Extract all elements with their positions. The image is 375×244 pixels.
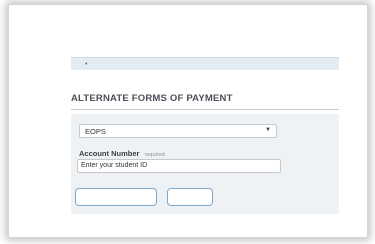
divider [71, 109, 339, 110]
account-number-label-text: Account Number [79, 149, 140, 158]
screenshot-frame: • ALTERNATE FORMS OF PAYMENT EOPS ▼ Acco… [8, 4, 368, 238]
payment-panel: EOPS ▼ Account Number required Enter you… [71, 114, 339, 214]
account-number-label: Account Number required [79, 149, 165, 158]
payment-method-value: EOPS [85, 127, 106, 136]
header-bar: • [71, 57, 339, 70]
account-number-placeholder: Enter your student ID [81, 162, 148, 169]
required-hint: required [144, 152, 165, 158]
section-title: ALTERNATE FORMS OF PAYMENT [71, 93, 233, 104]
bullet-marker: • [85, 61, 88, 68]
primary-button[interactable] [75, 188, 157, 206]
secondary-button[interactable] [167, 188, 213, 206]
account-number-input[interactable]: Enter your student ID [77, 159, 281, 173]
chevron-down-icon: ▼ [265, 127, 271, 133]
payment-method-select[interactable]: EOPS ▼ [79, 124, 277, 138]
